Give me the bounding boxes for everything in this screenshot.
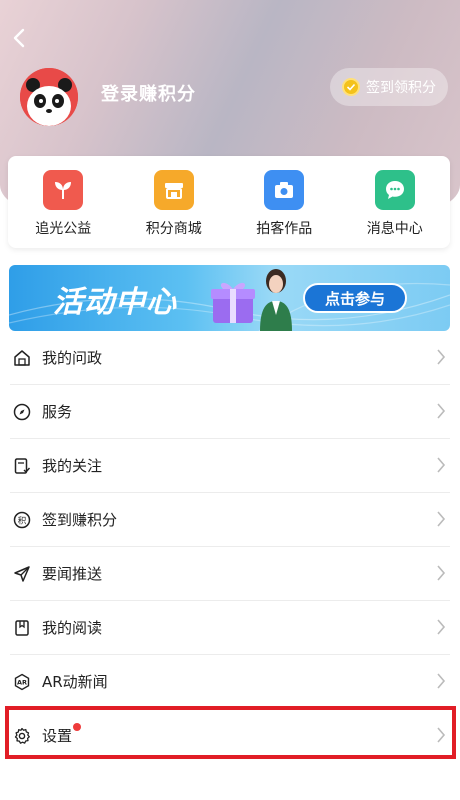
menu-label: 服务 xyxy=(42,403,73,421)
back-arrow-icon[interactable] xyxy=(10,26,30,50)
panda-icon xyxy=(20,68,78,126)
compass-icon xyxy=(12,402,32,422)
menu-label: 签到赚积分 xyxy=(42,511,118,529)
quick-links-card: 追光公益 积分商城 拍客作品 消息中心 xyxy=(8,156,450,248)
chevron-right-icon xyxy=(437,673,446,689)
menu-item-my-reading[interactable]: 我的阅读 xyxy=(10,601,450,655)
login-link[interactable]: 登录赚积分 xyxy=(101,80,196,106)
menu-label: 我的阅读 xyxy=(42,619,103,637)
chevron-right-icon xyxy=(437,727,446,743)
send-icon xyxy=(12,564,32,584)
quick-link-points-mall[interactable]: 积分商城 xyxy=(119,156,230,248)
quick-link-charity[interactable]: 追光公益 xyxy=(8,156,119,248)
house-icon xyxy=(12,348,32,368)
menu-item-settings[interactable]: 设置 xyxy=(10,709,450,762)
follow-icon xyxy=(12,456,32,476)
quick-link-message-center[interactable]: 消息中心 xyxy=(340,156,451,248)
chevron-right-icon xyxy=(437,511,446,527)
svg-text:AR: AR xyxy=(17,678,27,686)
coin-check-icon xyxy=(342,78,360,96)
menu-label: 要闻推送 xyxy=(42,565,103,583)
chevron-right-icon xyxy=(437,403,446,419)
quick-link-reporter-works[interactable]: 拍客作品 xyxy=(229,156,340,248)
chat-icon xyxy=(374,170,415,210)
chevron-right-icon xyxy=(437,457,446,473)
svg-text:积: 积 xyxy=(18,515,27,526)
checkin-label: 签到领积分 xyxy=(366,80,436,96)
menu-item-checkin-points[interactable]: 积 签到赚积分 xyxy=(10,493,450,547)
menu-item-my-inquiries[interactable]: 我的问政 xyxy=(10,331,450,385)
quick-link-label: 积分商城 xyxy=(145,221,202,237)
notification-dot xyxy=(73,722,82,731)
quick-link-label: 追光公益 xyxy=(35,221,92,237)
menu-label: 设置 xyxy=(42,727,73,745)
activity-center-banner[interactable]: 活动中心 点击参与 xyxy=(9,265,450,331)
menu-item-ar-news[interactable]: AR AR动新闻 xyxy=(10,655,450,709)
chevron-right-icon xyxy=(437,565,446,581)
points-icon: 积 xyxy=(12,510,32,530)
gear-icon xyxy=(12,726,32,746)
chevron-right-icon xyxy=(437,349,446,365)
menu-label: 我的问政 xyxy=(42,349,103,367)
host-figure xyxy=(260,269,292,331)
shop-icon xyxy=(153,170,194,210)
menu-item-my-follows[interactable]: 我的关注 xyxy=(10,439,450,493)
book-icon xyxy=(12,618,32,638)
menu-item-news-push[interactable]: 要闻推送 xyxy=(10,547,450,601)
quick-link-label: 消息中心 xyxy=(366,221,423,237)
menu-item-services[interactable]: 服务 xyxy=(10,385,450,439)
menu-label: 我的关注 xyxy=(42,457,103,475)
gift-icon xyxy=(211,282,255,323)
chevron-right-icon xyxy=(437,619,446,635)
banner-title: 活动中心 xyxy=(53,285,177,320)
avatar[interactable] xyxy=(20,68,78,126)
join-button[interactable]: 点击参与 xyxy=(303,283,407,313)
camera-icon xyxy=(264,170,305,210)
menu-list: 我的问政 服务 我的关注 积 签到赚积分 要闻推送 我的阅读 AR AR动新闻 … xyxy=(10,331,450,762)
ar-icon: AR xyxy=(12,672,32,692)
sprout-icon xyxy=(43,170,84,210)
checkin-button[interactable]: 签到领积分 xyxy=(330,68,448,106)
quick-link-label: 拍客作品 xyxy=(256,221,313,237)
menu-label: AR动新闻 xyxy=(42,673,108,691)
